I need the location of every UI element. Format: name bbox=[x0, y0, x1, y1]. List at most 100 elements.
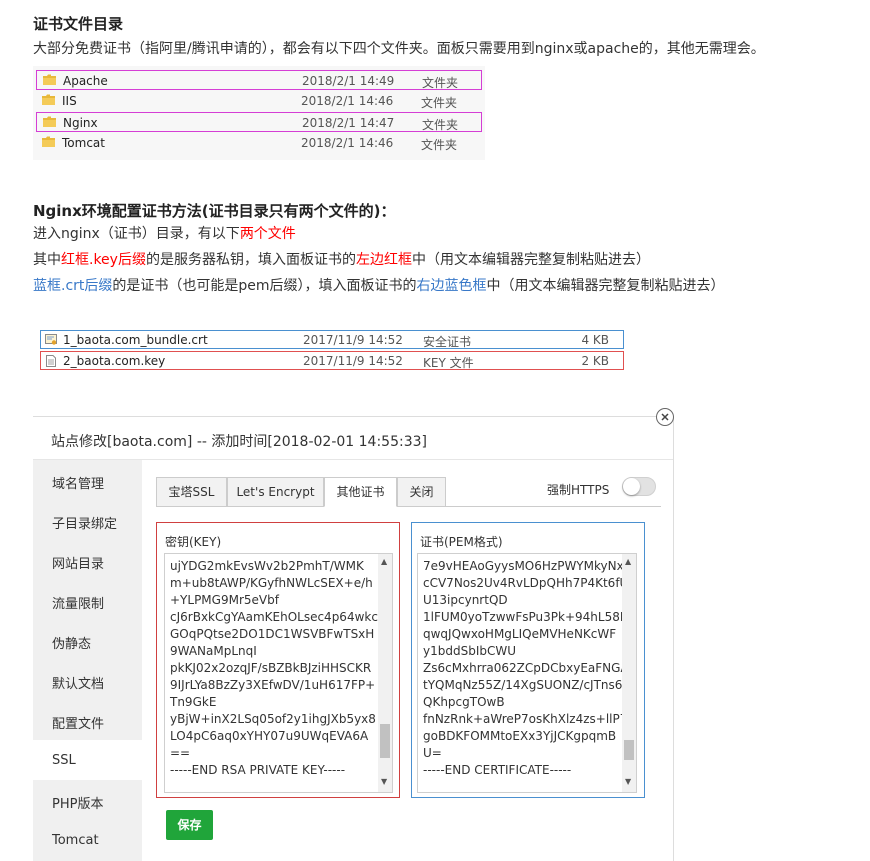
sidebar-item-config-file[interactable]: 配置文件 bbox=[33, 700, 142, 740]
tab-lets-encrypt[interactable]: Let's Encrypt bbox=[227, 477, 324, 507]
folder-date: 2018/2/1 14:46 bbox=[301, 94, 394, 108]
sidebar-item-domain[interactable]: 域名管理 bbox=[33, 460, 142, 500]
key-line: LO4pC6aq0xYHY07u9UWqEVA6A bbox=[170, 729, 369, 743]
sidebar-item-traffic-limit[interactable]: 流量限制 bbox=[33, 580, 142, 620]
cert-line: 1lFUM0yoTzwwFsPu3Pk+94hL58Er bbox=[423, 610, 633, 624]
cert-line: 7e9vHEAoGyysMO6HzPWYMkyNx bbox=[423, 559, 624, 573]
cert-line: qwqJQwxoHMgLIQeMVHeNKcWF bbox=[423, 627, 617, 641]
file-date: 2017/11/9 14:52 bbox=[303, 333, 403, 347]
folder-name: Tomcat bbox=[62, 136, 105, 150]
cert-line: goBDKFOMMtoEXx3YjJCKgpqmB bbox=[423, 729, 617, 743]
cert-line: U13ipcynrtQD bbox=[423, 593, 508, 607]
instruction-line-3: 蓝框.crt后缀的是证书（也可能是pem后缀），填入面板证书的右边蓝色框中（用文… bbox=[33, 275, 725, 297]
sidebar-item-subdirectory[interactable]: 子目录绑定 bbox=[33, 500, 142, 540]
key-textarea[interactable]: ujYDG2mkEvsWv2b2PmhT/WMK m+ub8tAWP/KGyfhN… bbox=[164, 553, 393, 793]
cert-line: tYQMqNz55Z/14XgSUONZ/cJTns6 bbox=[423, 678, 623, 692]
instruction-text: 其中 bbox=[33, 252, 61, 268]
scroll-down-icon[interactable]: ▼ bbox=[381, 777, 387, 786]
cert-line: Zs6cMxhrra062ZCpDCbxyEaFNGA bbox=[423, 661, 629, 675]
tab-baota-ssl[interactable]: 宝塔SSL bbox=[156, 477, 227, 507]
instruction-text: 中（用文本编辑器完整复制粘贴进去） bbox=[411, 252, 650, 268]
file-name: 2_baota.com.key bbox=[63, 354, 166, 368]
folder-type: 文件夹 bbox=[421, 138, 458, 152]
cert-text: 7e9vHEAoGyysMO6HzPWYMkyNx cCV7Nos2Uv4RvLD… bbox=[423, 558, 632, 779]
sidebar-item-label: 配置文件 bbox=[52, 717, 105, 732]
folder-date: 2018/2/1 14:46 bbox=[301, 136, 394, 150]
instruction-highlight-red: 红框.key后缀 bbox=[61, 252, 146, 268]
key-line: m+ub8tAWP/KGyfhNWLcSEX+e/h bbox=[170, 576, 373, 590]
key-line: +YLPMG9Mr5eVbf bbox=[170, 593, 279, 607]
folder-row-tomcat[interactable]: Tomcat 2018/2/1 14:46 文件夹 bbox=[36, 133, 482, 153]
scroll-down-icon[interactable]: ▼ bbox=[625, 777, 631, 786]
cert-label: 证书(PEM格式) bbox=[420, 535, 503, 549]
key-file-icon bbox=[45, 355, 57, 367]
scroll-up-icon[interactable]: ▲ bbox=[625, 557, 631, 566]
sidebar-item-label: 子目录绑定 bbox=[52, 517, 118, 532]
folder-icon bbox=[42, 136, 55, 147]
file-row-key[interactable]: 2_baota.com.key 2017/11/9 14:52 KEY 文件 2… bbox=[40, 351, 624, 370]
cert-line: QKhpcgTOwB bbox=[423, 695, 505, 709]
cert-line: U= bbox=[423, 746, 442, 760]
key-line: Tn9GkE bbox=[170, 695, 217, 709]
sidebar-item-php-version[interactable]: PHP版本 bbox=[33, 780, 142, 820]
sidebar-item-label: 网站目录 bbox=[52, 557, 105, 572]
cert-line: -----END CERTIFICATE----- bbox=[423, 763, 572, 777]
instruction-highlight-red: 两个文件 bbox=[239, 226, 296, 242]
section-heading-cert-dir: 证书文件目录 bbox=[33, 15, 124, 33]
folder-name: Nginx bbox=[63, 116, 98, 130]
sidebar-item-label: SSL bbox=[52, 753, 76, 768]
scroll-up-icon[interactable]: ▲ bbox=[381, 557, 387, 566]
force-https-toggle[interactable] bbox=[622, 477, 656, 496]
dialog-title: 站点修改[baota.com] -- 添加时间[2018-02-01 14:55… bbox=[51, 434, 427, 450]
sidebar-item-label: Tomcat bbox=[52, 833, 99, 848]
sidebar-item-default-doc[interactable]: 默认文档 bbox=[33, 660, 142, 700]
key-scrollbar[interactable]: ▲ ▼ bbox=[378, 554, 392, 792]
sidebar-item-rewrite[interactable]: 伪静态 bbox=[33, 620, 142, 660]
folder-date: 2018/2/1 14:47 bbox=[302, 116, 395, 130]
close-icon[interactable] bbox=[656, 408, 674, 426]
key-line: 9WANaMpLnqI bbox=[170, 644, 257, 658]
scrollbar-thumb[interactable] bbox=[624, 740, 634, 760]
cert-box: 证书(PEM格式) 7e9vHEAoGyysMO6HzPWYMkyNx cCV7N… bbox=[411, 522, 645, 798]
cert-line: fnNzRnk+aWreP7osKhXlz4zs+llP7 bbox=[423, 712, 628, 726]
key-label: 密钥(KEY) bbox=[165, 535, 222, 549]
file-explorer: 1_baota.com_bundle.crt 2017/11/9 14:52 安… bbox=[37, 328, 627, 372]
sidebar-item-label: 伪静态 bbox=[52, 637, 92, 652]
key-line: yBjW+inX2LSq05of2y1ihgJXb5yx8 bbox=[170, 712, 376, 726]
key-line: -----END RSA PRIVATE KEY----- bbox=[170, 763, 346, 777]
key-line: == bbox=[170, 746, 191, 760]
cert-scrollbar[interactable]: ▲ ▼ bbox=[622, 554, 636, 792]
cert-textarea[interactable]: 7e9vHEAoGyysMO6HzPWYMkyNx cCV7Nos2Uv4RvLD… bbox=[417, 553, 637, 793]
save-button[interactable]: 保存 bbox=[166, 810, 213, 840]
instruction-highlight-red: 左边红框 bbox=[355, 252, 412, 268]
folder-row-nginx[interactable]: Nginx 2018/2/1 14:47 文件夹 bbox=[36, 112, 482, 132]
folder-icon bbox=[43, 116, 56, 127]
key-line: ujYDG2mkEvsWv2b2PmhT/WMK bbox=[170, 559, 364, 573]
cert-line: y1bddSbIbCWU bbox=[423, 644, 517, 658]
sidebar-item-ssl[interactable]: SSL bbox=[33, 740, 142, 780]
file-date: 2017/11/9 14:52 bbox=[303, 354, 403, 368]
folder-row-apache[interactable]: Apache 2018/2/1 14:49 文件夹 bbox=[36, 70, 482, 90]
folder-row-iis[interactable]: IIS 2018/2/1 14:46 文件夹 bbox=[36, 91, 482, 111]
instruction-text: 进入nginx（证书）目录，有以下 bbox=[33, 226, 240, 242]
sidebar-item-label: 域名管理 bbox=[52, 477, 105, 492]
sidebar-item-site-directory[interactable]: 网站目录 bbox=[33, 540, 142, 580]
folder-explorer: Apache 2018/2/1 14:49 文件夹 IIS 2018/2/1 1… bbox=[33, 66, 485, 160]
key-line: pkKJ02x2ozqJF/sBZBkBJziHHSCKR bbox=[170, 661, 372, 675]
force-https-label: 强制HTTPS bbox=[547, 483, 610, 497]
file-name: 1_baota.com_bundle.crt bbox=[63, 333, 208, 347]
file-type: 安全证书 bbox=[423, 335, 472, 349]
folder-type: 文件夹 bbox=[422, 76, 459, 90]
key-line: cJ6rBxkCgYAamKEhOLsec4p64wkc bbox=[170, 610, 378, 624]
file-row-crt[interactable]: 1_baota.com_bundle.crt 2017/11/9 14:52 安… bbox=[40, 330, 624, 349]
tab-close[interactable]: 关闭 bbox=[397, 477, 446, 507]
key-box: 密钥(KEY) ujYDG2mkEvsWv2b2PmhT/WMK m+ub8tAW… bbox=[156, 522, 400, 798]
section-heading-nginx: Nginx环境配置证书方法(证书目录只有两个文件的)： bbox=[33, 202, 396, 220]
sidebar-item-tomcat[interactable]: Tomcat bbox=[33, 820, 142, 860]
scrollbar-thumb[interactable] bbox=[380, 724, 390, 758]
tab-other-cert[interactable]: 其他证书 bbox=[324, 477, 397, 507]
folder-type: 文件夹 bbox=[422, 118, 459, 132]
certificate-file-icon bbox=[45, 334, 57, 346]
sidebar-item-label: PHP版本 bbox=[52, 797, 104, 812]
instruction-text: 的是证书（也可能是pem后缀），填入面板证书的 bbox=[112, 278, 417, 294]
